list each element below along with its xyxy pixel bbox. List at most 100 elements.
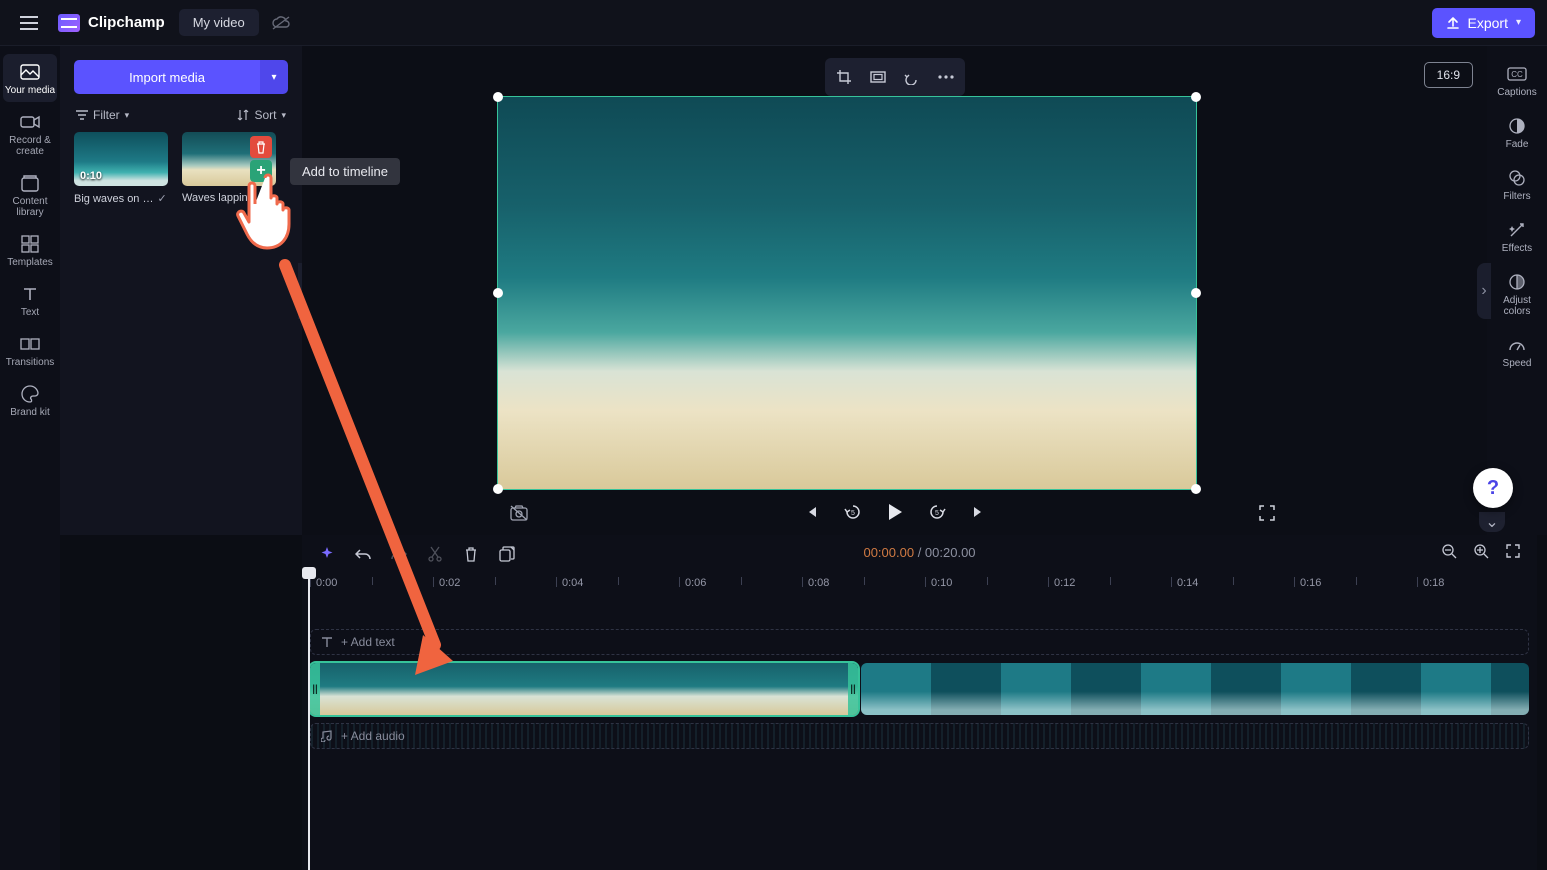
rail-captions[interactable]: CC Captions [1490,56,1544,104]
resize-handle[interactable] [1191,288,1201,298]
rail-templates[interactable]: Templates [3,226,57,274]
play-button[interactable] [884,501,906,523]
ai-button[interactable] [316,543,338,565]
rail-label: Speed [1503,358,1532,369]
rewind-button[interactable]: 5 [842,501,864,523]
svg-text:5: 5 [851,510,855,517]
preview-stage: 16:9 5 5 [302,46,1487,535]
playhead[interactable] [308,571,310,870]
pip-button[interactable] [897,62,927,92]
fit-button[interactable] [863,62,893,92]
more-button[interactable] [931,62,961,92]
ruler-tick-label: 0:12 [1054,577,1075,589]
rail-label: Brand kit [10,407,49,418]
add-text-label: + Add text [341,635,395,649]
zoom-in-button[interactable] [1473,543,1493,559]
rail-transitions[interactable]: Transitions [3,326,57,374]
undo-button[interactable] [352,543,374,565]
zoom-out-button[interactable] [1441,543,1461,559]
upload-icon [1446,16,1460,30]
rail-label: Captions [1497,87,1536,98]
rail-your-media[interactable]: Your media [3,54,57,102]
forward-button[interactable]: 5 [926,501,948,523]
filter-button[interactable]: Filter ▾ [76,108,129,122]
fullscreen-button[interactable] [1259,505,1275,521]
timeline-ruler[interactable]: 0:000:020:040:060:080:100:120:140:160:18 [302,577,1537,599]
aspect-ratio-button[interactable]: 16:9 [1424,62,1473,88]
rail-fade[interactable]: Fade [1490,108,1544,156]
import-media-button[interactable]: Import media [74,60,260,94]
media-thumb[interactable]: 0:10 Big waves on …✓ [74,132,168,205]
ruler-tick-label: 0:00 [316,577,337,589]
redo-button[interactable] [388,543,410,565]
captions-icon: CC [1507,64,1527,84]
chevron-down-icon: ▾ [125,110,130,121]
add-audio-track[interactable]: + Add audio [310,723,1529,749]
ruler-tick-label: 0:18 [1423,577,1444,589]
split-button[interactable] [424,543,446,565]
help-button[interactable]: ? [1473,468,1513,508]
clip-trim-right[interactable]: || [848,663,858,715]
rail-label: Your media [5,85,55,96]
resize-handle[interactable] [1191,484,1201,494]
rail-record[interactable]: Record & create [3,104,57,163]
preview-frame [498,97,1196,489]
timeline-clip[interactable] [861,663,1529,715]
help-expand-button[interactable]: ⌄ [1479,512,1505,532]
speed-icon [1507,335,1527,355]
add-text-track[interactable]: + Add text [310,629,1529,655]
rail-filters[interactable]: Filters [1490,160,1544,208]
delete-clip-button[interactable] [460,543,482,565]
rail-effects[interactable]: Effects [1490,212,1544,260]
playback-controls: 5 5 [800,501,990,523]
text-icon [20,284,40,304]
duplicate-button[interactable] [496,543,518,565]
ruler-tick-label: 0:06 [685,577,706,589]
rail-text[interactable]: Text [3,276,57,324]
collapse-right-panel-button[interactable]: › [1477,263,1491,319]
camera-icon [20,112,40,132]
rail-label: Text [21,307,39,318]
resize-handle[interactable] [493,92,503,102]
clip-trim-left[interactable]: || [310,663,320,715]
rail-adjust[interactable]: Adjust colors [1490,264,1544,323]
project-name-input[interactable]: My video [179,9,259,36]
cloud-sync-icon [271,15,291,31]
sort-label: Sort [254,108,276,122]
menu-button[interactable] [12,6,46,40]
import-media-dropdown[interactable]: ▾ [260,60,288,94]
resize-handle[interactable] [493,484,503,494]
svg-text:CC: CC [1511,70,1523,79]
rail-brand[interactable]: Brand kit [3,376,57,424]
resize-handle[interactable] [493,288,503,298]
rail-speed[interactable]: Speed [1490,327,1544,375]
ruler-tick-label: 0:08 [808,577,829,589]
clip-thumbnail [861,663,1529,715]
crop-button[interactable] [829,62,859,92]
sort-button[interactable]: Sort ▾ [237,108,286,122]
resize-handle[interactable] [1191,92,1201,102]
left-rail: Your media Record & create Content libra… [0,46,60,870]
right-rail: CC Captions Fade Filters Effects Adjust … [1487,46,1547,535]
thumb-duration: 0:10 [80,170,102,182]
skip-back-button[interactable] [800,501,822,523]
timeline-clip[interactable]: || || [310,663,858,715]
ruler-tick-label: 0:10 [931,577,952,589]
delete-media-button[interactable] [250,136,272,158]
zoom-fit-button[interactable] [1505,543,1525,559]
brand: Clipchamp [58,14,165,32]
snapshot-button[interactable] [510,505,528,521]
export-button[interactable]: Export ▾ [1432,8,1536,38]
skip-forward-button[interactable] [968,501,990,523]
chevron-down-icon: ▾ [271,72,276,83]
rail-library[interactable]: Content library [3,165,57,224]
timeline-time: 00:00.00 / 00:20.00 [863,545,975,560]
rail-label: Adjust colors [1490,295,1544,317]
preview-canvas[interactable] [497,96,1197,490]
rail-label: Effects [1502,243,1532,254]
fade-icon [1507,116,1527,136]
brand-logo-icon [58,14,80,32]
check-icon: ✓ [157,193,166,205]
rail-label: Transitions [6,357,55,368]
palette-icon [20,384,40,404]
